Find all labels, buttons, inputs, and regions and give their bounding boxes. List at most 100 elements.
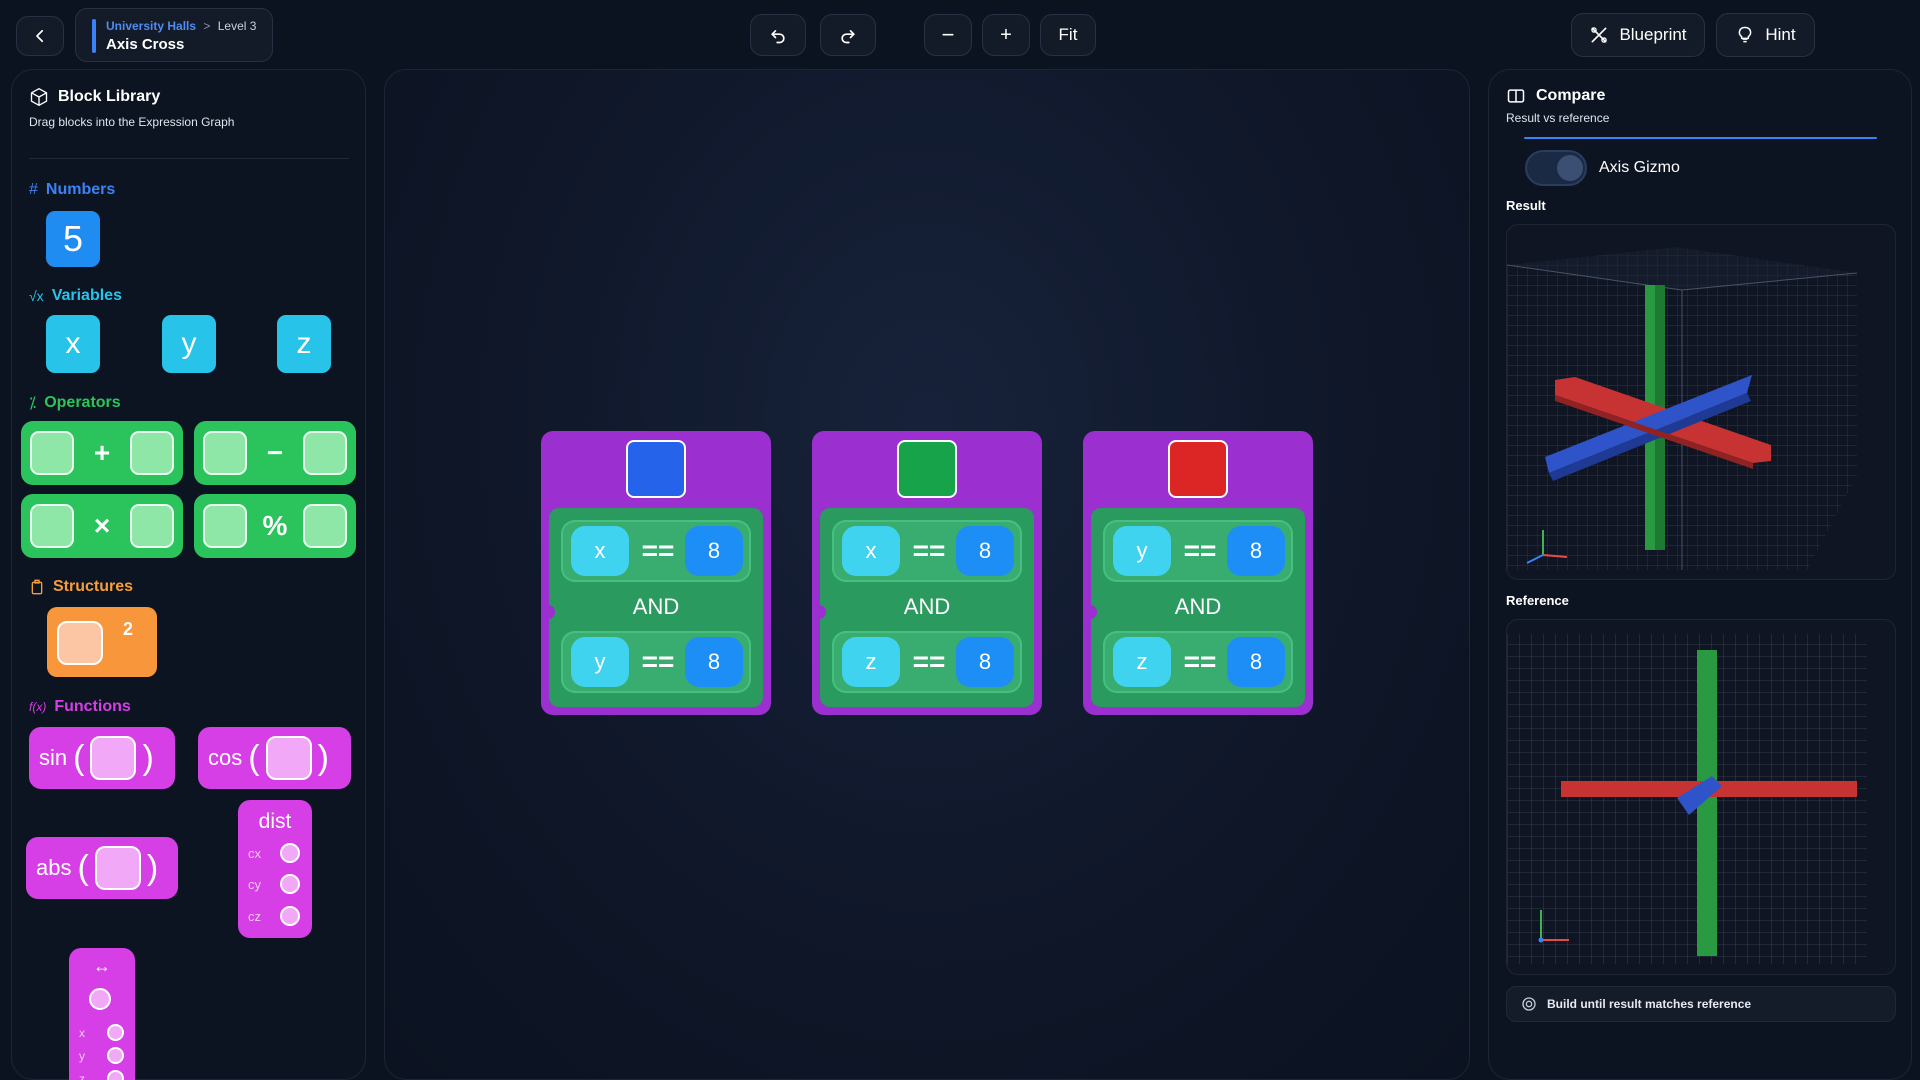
axis-gizmo-toggle[interactable] [1525, 150, 1587, 186]
function-block-rotate[interactable]: ↔ x y z [69, 948, 135, 1080]
comparison-block[interactable]: x == 8 [832, 520, 1022, 582]
function-block-sin[interactable]: sin ( ) [29, 727, 175, 789]
chevron-left-icon [36, 29, 44, 43]
open-paren: ( [248, 738, 260, 777]
and-block[interactable]: x == 8 AND z == 8 [815, 508, 1034, 707]
rotate-param-row: y [79, 1047, 124, 1064]
breadcrumb-level: Level 3 [217, 19, 257, 33]
argument-slot [90, 736, 137, 780]
graph-card-blue[interactable]: x == 8 AND y == 8 [541, 431, 771, 715]
comparison-value[interactable]: 8 [956, 637, 1014, 687]
color-swatch[interactable] [626, 440, 686, 498]
comparison-variable[interactable]: x [842, 526, 900, 576]
comparison-value[interactable]: 8 [1227, 637, 1285, 687]
square-block[interactable]: 2 [47, 607, 157, 677]
comparison-variable[interactable]: z [1113, 637, 1171, 687]
result-3d-render [1507, 247, 1858, 570]
operator-block-modulo[interactable]: % [194, 494, 356, 558]
blueprint-icon [1591, 27, 1608, 43]
operator-block-add[interactable]: + [21, 421, 183, 485]
operand-slot [57, 621, 103, 665]
close-paren: ) [317, 738, 329, 777]
reference-3d-render [1507, 634, 1867, 964]
and-block[interactable]: y == 8 AND z == 8 [1086, 508, 1305, 707]
param-slot [107, 1047, 124, 1064]
comparison-operator: == [641, 535, 675, 566]
comparison-block[interactable]: z == 8 [832, 631, 1022, 693]
comparison-value[interactable]: 8 [956, 526, 1014, 576]
reference-label: Reference [1506, 593, 1569, 608]
reference-viewport[interactable] [1506, 619, 1896, 975]
zoom-out-button[interactable]: − [924, 14, 972, 56]
comparison-block[interactable]: x == 8 [561, 520, 751, 582]
function-name: dist [258, 810, 292, 833]
breadcrumb: University Halls > Level 3 [106, 19, 256, 33]
breadcrumb-separator: > [203, 19, 211, 33]
numbers-section-title: # Numbers [29, 181, 115, 199]
variable-block-label: x [65, 327, 81, 360]
zoom-out-label: − [941, 22, 955, 47]
operator-block-multiply[interactable]: × [21, 494, 183, 558]
and-label: AND [1174, 594, 1222, 619]
graph-card-red[interactable]: y == 8 AND z == 8 [1083, 431, 1313, 715]
redo-button[interactable] [820, 14, 876, 56]
library-subtitle: Drag blocks into the Expression Graph [29, 115, 235, 129]
comparison-operator: == [1183, 646, 1217, 677]
zoom-in-label: + [1000, 23, 1012, 46]
argument-slot [265, 736, 312, 780]
comparison-value[interactable]: 8 [1227, 526, 1285, 576]
swap-arrows-icon: ↔ [93, 956, 111, 976]
comparison-variable[interactable]: y [1113, 526, 1171, 576]
operand-slot [129, 504, 174, 548]
compare-tab-indicator [1524, 137, 1877, 139]
breadcrumb-parent[interactable]: University Halls [106, 19, 196, 33]
operator-symbol: × [93, 510, 111, 541]
comparison-variable[interactable]: z [842, 637, 900, 687]
dist-param-row: cz [248, 906, 300, 926]
comparison-variable[interactable]: y [571, 637, 629, 687]
structures-section-title: Structures [29, 578, 133, 596]
comparison-block[interactable]: y == 8 [561, 631, 751, 693]
graph-card-green[interactable]: x == 8 AND z == 8 [812, 431, 1042, 715]
operator-block-subtract[interactable]: − [194, 421, 356, 485]
operand-slot [203, 504, 247, 548]
level-header: University Halls > Level 3 Axis Cross [75, 8, 273, 62]
comparison-value[interactable]: 8 [685, 526, 743, 576]
open-paren: ( [73, 738, 85, 777]
zoom-in-button[interactable]: + [982, 14, 1030, 56]
operator-symbol: − [266, 437, 284, 468]
open-paren: ( [77, 848, 89, 887]
param-label: cy [248, 876, 261, 892]
variable-block-y[interactable]: y [162, 315, 216, 373]
comparison-block[interactable]: z == 8 [1103, 631, 1293, 693]
functions-section-title: f(x) Functions [29, 698, 131, 716]
variable-block-x[interactable]: x [46, 315, 100, 373]
and-label: AND [632, 594, 680, 619]
lightbulb-icon [1739, 26, 1752, 43]
numbers-label: Numbers [45, 181, 116, 198]
comparison-block[interactable]: y == 8 [1103, 520, 1293, 582]
function-block-abs[interactable]: abs ( ) [26, 837, 178, 899]
function-name: abs [36, 855, 72, 880]
comparison-variable[interactable]: x [571, 526, 629, 576]
number-block[interactable]: 5 [46, 211, 100, 267]
compare-title: Compare [1536, 87, 1606, 104]
undo-button[interactable] [750, 14, 806, 56]
color-swatch[interactable] [897, 440, 957, 498]
param-slot [280, 874, 300, 894]
blueprint-button[interactable]: Blueprint [1571, 13, 1705, 57]
function-block-dist[interactable]: dist cx cy cz [238, 800, 312, 938]
undo-icon [771, 30, 785, 44]
function-block-cos[interactable]: cos ( ) [198, 727, 351, 789]
rotate-icon [89, 988, 111, 1010]
fit-button[interactable]: Fit [1040, 14, 1096, 56]
operand-slot [303, 504, 347, 548]
result-viewport[interactable] [1506, 224, 1896, 580]
color-swatch[interactable] [1168, 440, 1228, 498]
compare-subtitle: Result vs reference [1506, 111, 1610, 125]
hint-button[interactable]: Hint [1716, 13, 1815, 57]
comparison-value[interactable]: 8 [685, 637, 743, 687]
and-block[interactable]: x == 8 AND y == 8 [544, 508, 763, 707]
back-button[interactable] [16, 16, 64, 56]
variable-block-z[interactable]: z [277, 315, 331, 373]
